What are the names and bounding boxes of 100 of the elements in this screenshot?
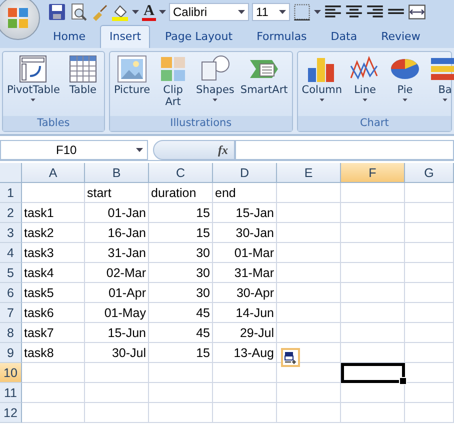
ribbon-button[interactable]: Clip Art [154,54,192,116]
table-cell: task2 [22,223,85,243]
office-logo-icon [6,6,30,30]
row-header[interactable]: 5 [0,263,22,283]
table-cell [149,363,213,383]
row-header[interactable]: 4 [0,243,22,263]
ribbon-button[interactable]: Picture [112,54,152,116]
table-cell [341,263,405,283]
column-header[interactable]: B [85,163,149,183]
paste-options-icon[interactable] [281,348,300,367]
column-header[interactable]: C [149,163,213,183]
row-header[interactable]: 2 [0,203,22,223]
row-header[interactable]: 11 [0,383,22,403]
table-cell: task6 [22,303,85,323]
table-cell: 45 [149,323,213,343]
fill-handle[interactable] [399,377,407,385]
ribbon-button[interactable]: Line [346,54,384,116]
column-header[interactable]: E [277,163,341,183]
ribbon-button[interactable]: Column [300,54,344,116]
table-cell: 16-Jan [85,223,149,243]
active-cell[interactable] [341,363,405,383]
row-header[interactable]: 10 [0,363,22,383]
table-cell: 15 [149,223,213,243]
office-button[interactable] [0,0,40,40]
ribbon-button[interactable]: Pie [386,54,424,116]
table-cell [149,383,213,403]
table-cell [405,183,454,203]
ribbon-tab[interactable]: Review [372,25,430,48]
ribbon-button[interactable]: PivotTable [5,54,62,116]
table-cell [277,403,341,423]
table-cell: 15 [149,203,213,223]
merge-center-icon[interactable] [408,3,426,21]
table-cell [22,403,85,423]
ribbon-tab[interactable]: Page Layout [156,25,242,48]
table-cell: 45 [149,303,213,323]
formula-input[interactable] [235,140,454,160]
font-color-button[interactable]: A [142,4,156,20]
print-preview-icon[interactable] [69,3,87,21]
table-cell [341,343,405,363]
ribbon-button[interactable]: SmartArt [238,54,290,116]
table-cell: 14-Jun [213,303,277,323]
table-cell [405,403,454,423]
table-cell [405,203,454,223]
table-cell: 15-Jan [213,203,277,223]
dropdown-arrow-icon[interactable] [238,9,245,15]
table-cell: 15 [149,343,213,363]
table-cell [341,203,405,223]
column-header[interactable]: F [341,163,405,183]
table-cell [85,403,149,423]
table-cell [277,223,341,243]
ribbon-tab[interactable]: Home [44,25,94,48]
ribbon-tab[interactable]: Insert [100,25,150,48]
group-label: Chart [298,116,451,131]
insert-function-button[interactable]: fx [153,140,235,160]
group-label: Illustrations [110,116,292,131]
row-header[interactable]: 6 [0,283,22,303]
ribbon-button[interactable]: Table [64,54,102,116]
dropdown-arrow-icon[interactable] [132,9,139,15]
table-cell [405,223,454,243]
table-cell [341,283,405,303]
ribbon-tab[interactable]: Formulas [248,25,316,48]
table-cell: task4 [22,263,85,283]
ribbon-button[interactable]: Ba [426,54,454,116]
font-size-dropdown[interactable]: 11 [252,3,290,21]
dropdown-arrow-icon[interactable] [314,9,321,15]
table-cell: 30 [149,283,213,303]
column-header[interactable]: G [405,163,454,183]
borders-icon[interactable] [293,3,311,21]
dropdown-arrow-icon[interactable] [159,9,166,15]
paint-bucket-icon[interactable] [111,3,129,21]
table-cell [213,383,277,403]
table-cell: task1 [22,203,85,223]
table-cell: 15-Jun [85,323,149,343]
row-header[interactable]: 9 [0,343,22,363]
row-header[interactable]: 7 [0,303,22,323]
table-cell [405,383,454,403]
name-box[interactable]: F10 [0,140,148,160]
table-cell [85,363,149,383]
row-header[interactable]: 12 [0,403,22,423]
table-cell [22,383,85,403]
row-header[interactable]: 3 [0,223,22,243]
save-icon[interactable] [48,3,66,21]
table-cell: 01-Apr [85,283,149,303]
table-cell: 31-Jan [85,243,149,263]
table-cell [341,243,405,263]
table-cell [405,243,454,263]
ribbon-tab[interactable]: Data [322,25,366,48]
table-cell [405,263,454,283]
dropdown-arrow-icon[interactable] [136,147,143,153]
table-cell: end [213,183,277,203]
dropdown-arrow-icon[interactable] [279,9,286,15]
font-name-dropdown[interactable]: Calibri [169,3,249,21]
ribbon-button[interactable]: Shapes [194,54,236,116]
table-cell: 30 [149,263,213,283]
table-cell: 01-Jan [85,203,149,223]
row-header[interactable]: 1 [0,183,22,203]
row-header[interactable]: 8 [0,323,22,343]
column-header[interactable]: D [213,163,277,183]
table-cell: 01-Mar [213,243,277,263]
column-header[interactable]: A [22,163,85,183]
